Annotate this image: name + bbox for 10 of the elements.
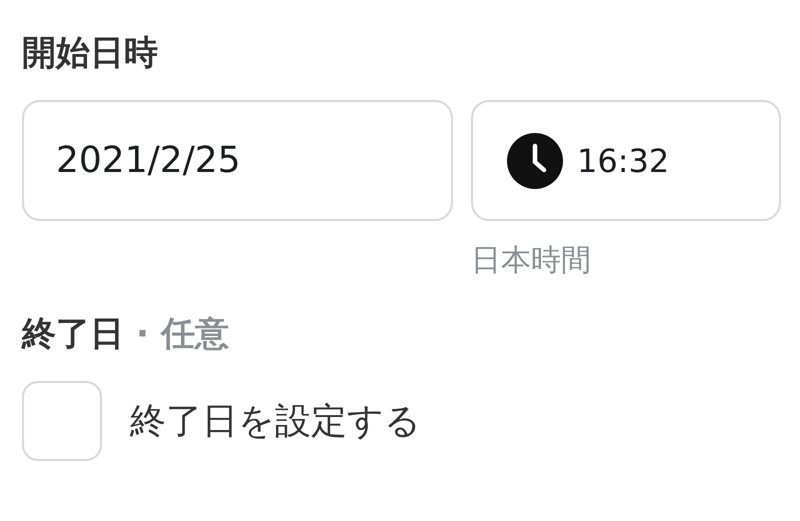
start-label: 開始日時 bbox=[22, 32, 159, 75]
optional-label: · 任意 bbox=[136, 313, 229, 356]
checkbox-label: 終了日を設定する bbox=[130, 400, 421, 444]
time-value: 16:32 bbox=[577, 142, 670, 180]
time-field[interactable]: 16:32 bbox=[471, 100, 781, 221]
timezone-note: 日本時間 bbox=[471, 242, 592, 280]
date-field[interactable]: 2021/2/25 bbox=[22, 100, 453, 221]
clock-icon bbox=[507, 132, 563, 188]
end-label: 終了日 bbox=[22, 313, 124, 356]
checkbox[interactable] bbox=[22, 381, 102, 461]
